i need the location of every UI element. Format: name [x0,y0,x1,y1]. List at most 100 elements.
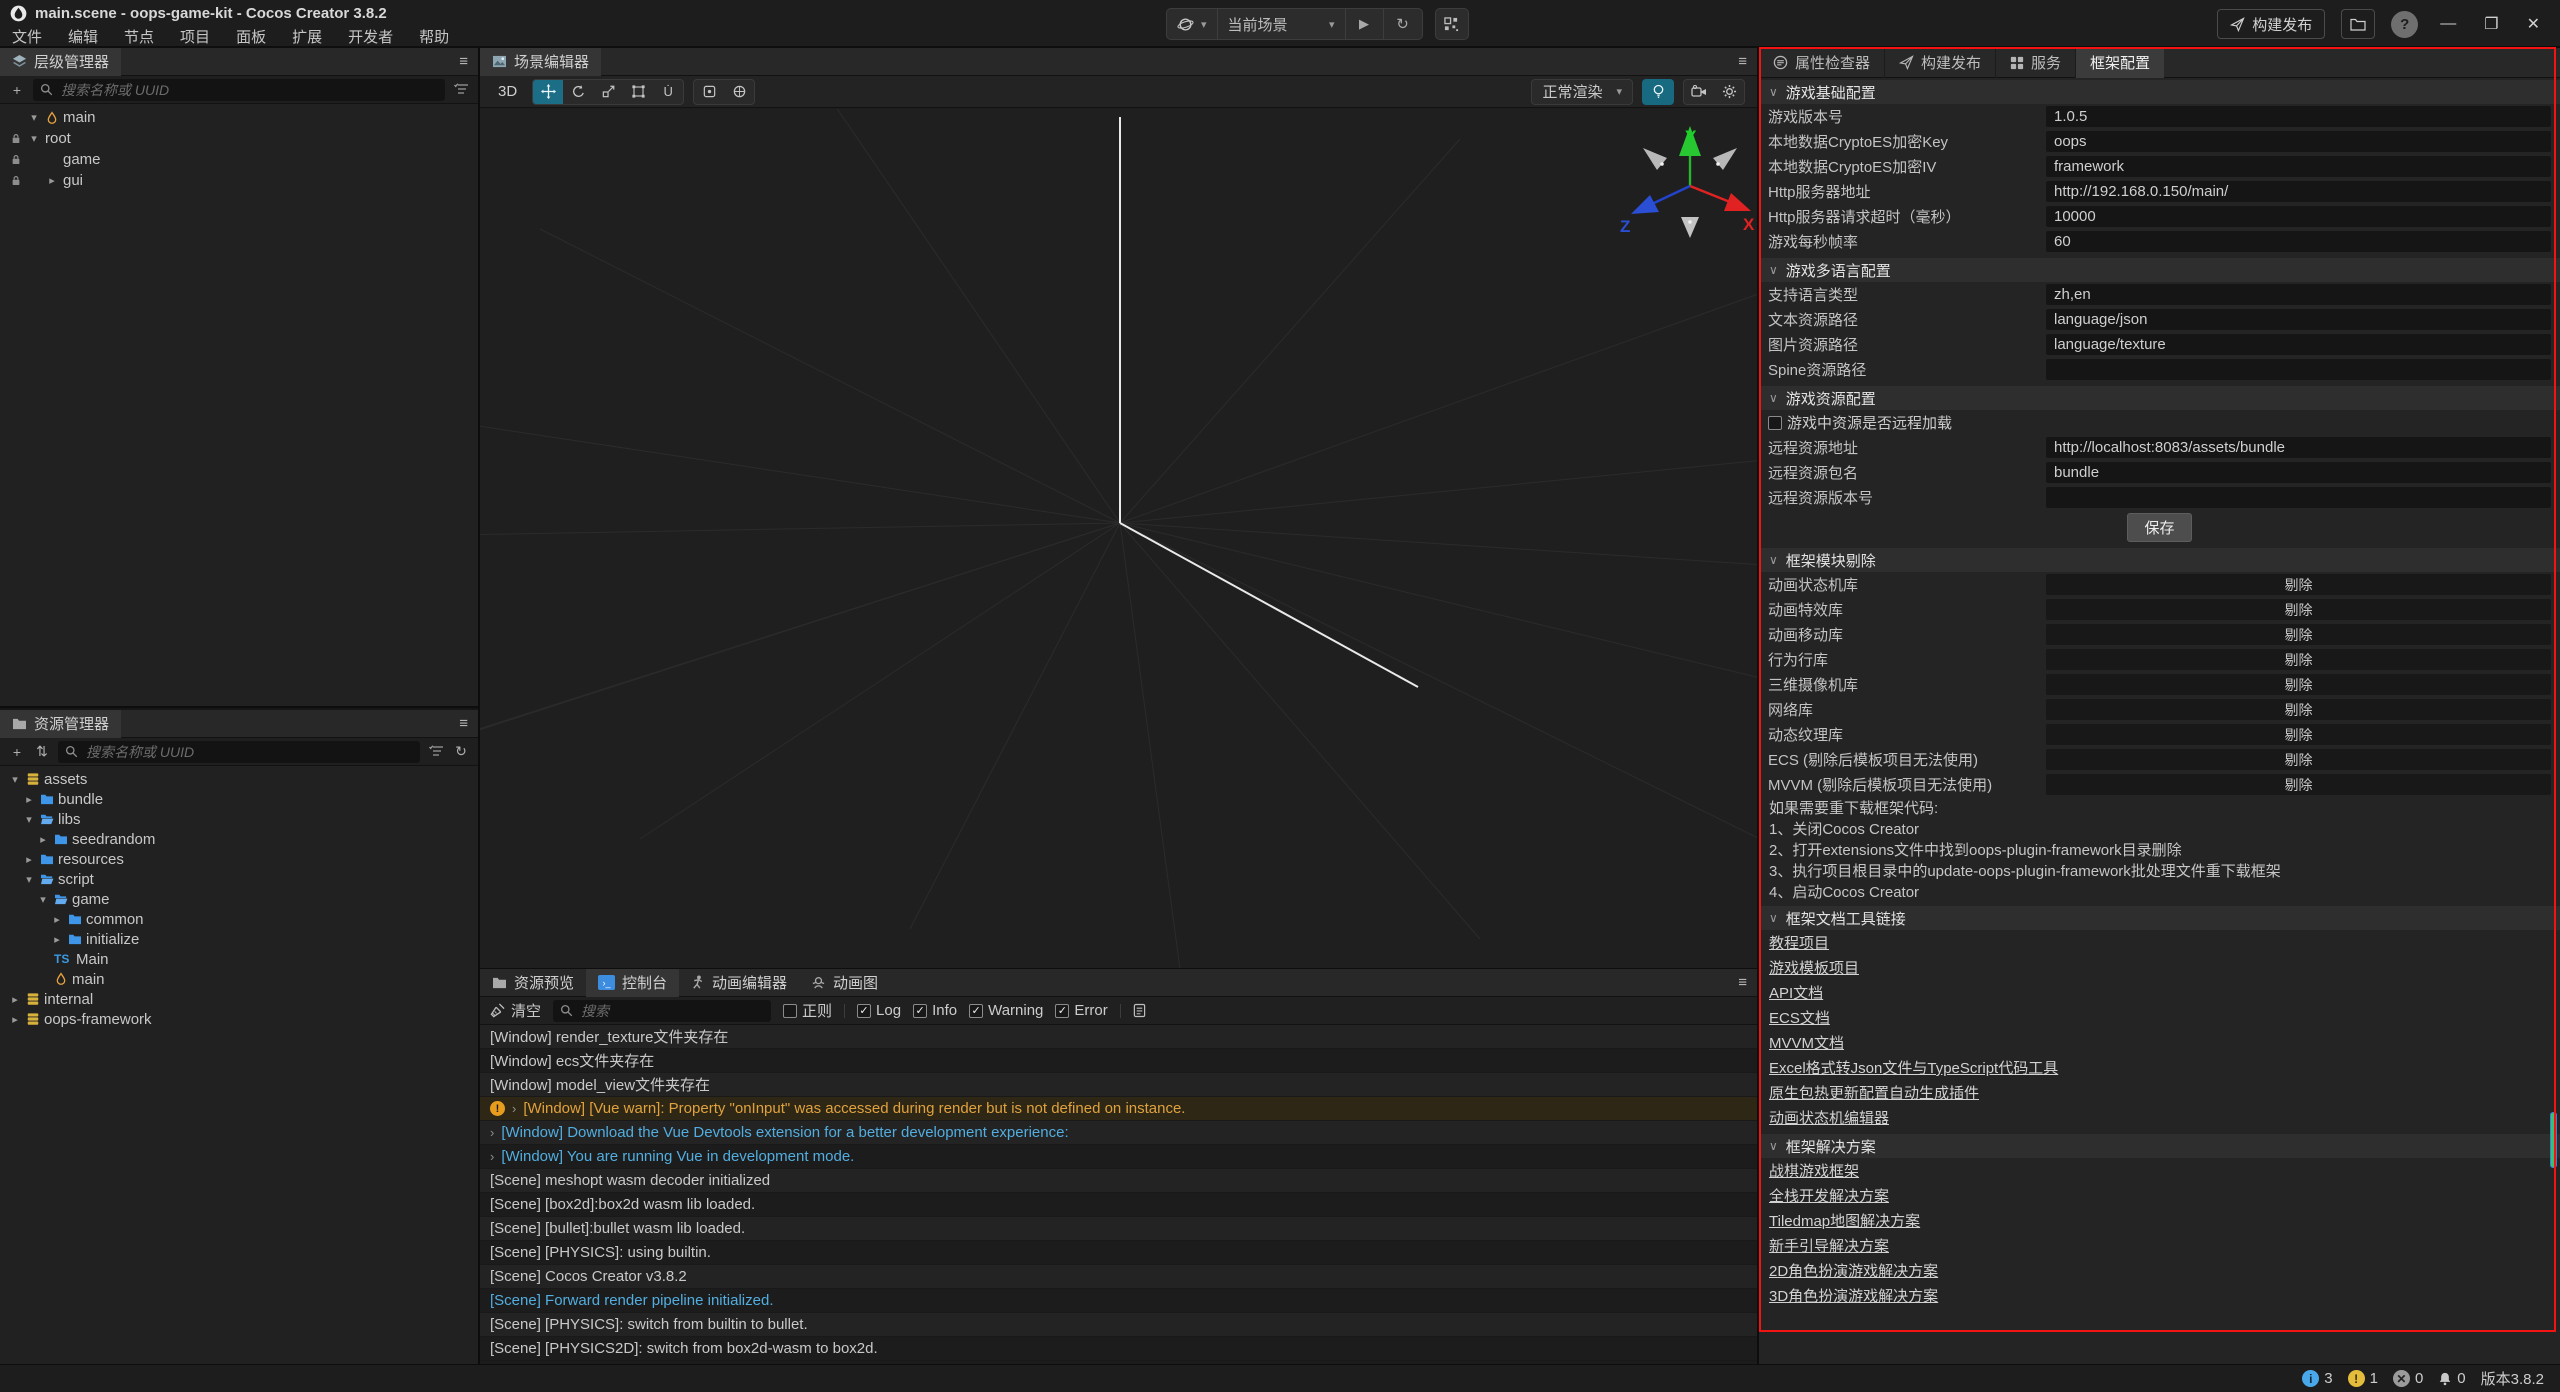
asset-node-initialize[interactable]: ▸ initialize [0,929,478,949]
log-row-warning[interactable]: !›[Window] [Vue warn]: Property "onInput… [480,1097,1757,1121]
log-row[interactable]: [Scene] [PHYSICS]: switch from builtin t… [480,1313,1757,1337]
filter-error-checkbox[interactable]: ✓Error [1055,1002,1107,1019]
chevron-down-icon[interactable]: ▾ [8,773,22,786]
hierarchy-node-main[interactable]: ▾ main [0,107,478,128]
log-row[interactable]: [Window] ecs文件夹存在 [480,1049,1757,1073]
restart-button[interactable]: ↻ [1384,9,1422,39]
chevron-right-icon[interactable]: ▸ [45,174,59,187]
tab-scene-editor[interactable]: 场景编辑器 [480,48,601,76]
link-excel-tool[interactable]: Excel格式转Json文件与TypeScript代码工具 [1769,1057,2058,1078]
link-animator-editor[interactable]: 动画状态机编辑器 [1769,1107,1889,1128]
sort-assets-icon[interactable]: ⇅ [33,743,51,760]
remove-module-button[interactable]: 剔除 [2046,574,2551,595]
asset-node-internal[interactable]: ▸ internal [0,989,478,1009]
chevron-down-icon[interactable]: ▾ [22,813,36,826]
menu-help[interactable]: 帮助 [406,25,462,47]
preview-device-button[interactable] [1435,8,1469,40]
log-row[interactable]: [Window] render_texture文件夹存在 [480,1025,1757,1049]
regex-checkbox[interactable]: 正则 [783,1000,832,1021]
tab-hierarchy[interactable]: 层级管理器 [0,48,121,76]
chevron-right-icon[interactable]: ▸ [22,793,36,806]
tab-animation-graph[interactable]: 动画图 [799,969,890,997]
scene-settings-gear-icon[interactable] [1714,79,1744,105]
expand-chevron-icon[interactable]: › [512,1101,516,1116]
scene-light-toggle[interactable] [1642,79,1674,105]
hierarchy-node-gui[interactable]: ▸ gui [0,170,478,191]
log-row[interactable]: [Scene] Cocos Creator v3.8.2 [480,1265,1757,1289]
console-search-input[interactable] [579,1002,764,1020]
remove-module-button[interactable]: 剔除 [2046,624,2551,645]
remove-module-button[interactable]: 剔除 [2046,774,2551,795]
tab-framework-config[interactable]: 框架配置 [2076,48,2164,78]
help-button[interactable]: ? [2391,11,2418,38]
asset-node-resources[interactable]: ▸ resources [0,849,478,869]
tab-service[interactable]: 服务 [1996,48,2076,78]
tab-property-inspector[interactable]: 属性检查器 [1759,48,1885,78]
http-timeout-input[interactable] [2046,206,2551,227]
scale-tool-icon[interactable] [593,79,623,105]
rotate-tool-icon[interactable] [563,79,593,105]
expand-chevron-icon[interactable]: › [490,1149,494,1164]
link-guide-solution[interactable]: 新手引导解决方案 [1769,1235,1889,1256]
chevron-right-icon[interactable]: ▸ [22,853,36,866]
asset-node-script[interactable]: ▾ script [0,869,478,889]
section-game-basic-config[interactable]: ∨ 游戏基础配置 [1759,80,2560,104]
mode-3d-button[interactable]: 3D [492,83,523,100]
play-button[interactable]: ▶ [1346,9,1384,39]
remote-load-checkbox[interactable]: 游戏中资源是否远程加载 [1768,412,1952,433]
log-row-info[interactable]: ›[Window] You are running Vue in develop… [480,1145,1757,1169]
assets-search[interactable] [58,741,420,763]
open-project-folder-button[interactable] [2341,9,2375,39]
menu-project[interactable]: 项目 [167,25,223,47]
menu-developer[interactable]: 开发者 [335,25,406,47]
scene-menu-icon[interactable]: ≡ [1738,53,1747,70]
hierarchy-search-input[interactable] [59,81,438,99]
image-path-input[interactable] [2046,334,2551,355]
scrollbar-thumb[interactable] [2550,1112,2557,1168]
maximize-button[interactable]: ❐ [2478,14,2504,34]
tab-console[interactable]: ›_ 控制台 [586,969,679,997]
language-types-input[interactable] [2046,284,2551,305]
asset-node-bundle[interactable]: ▸ bundle [0,789,478,809]
status-notifications[interactable]: 0 [2438,1370,2465,1387]
chevron-down-icon[interactable]: ▾ [36,893,50,906]
link-tiledmap-solution[interactable]: Tiledmap地图解决方案 [1769,1210,1920,1231]
create-node-icon[interactable]: + [8,82,26,98]
menu-node[interactable]: 节点 [111,25,167,47]
text-path-input[interactable] [2046,309,2551,330]
status-warning-counter[interactable]: !1 [2348,1370,2378,1387]
log-row[interactable]: [Scene] [bullet]:bullet wasm lib loaded. [480,1217,1757,1241]
link-tutorial-project[interactable]: 教程项目 [1769,932,1829,953]
move-tool-icon[interactable] [533,79,563,105]
hierarchy-node-root[interactable]: ▾ root [0,128,478,149]
refresh-assets-icon[interactable]: ↻ [452,743,470,760]
remove-module-button[interactable]: 剔除 [2046,699,2551,720]
spine-path-input[interactable] [2046,359,2551,380]
tab-animation-editor[interactable]: 动画编辑器 [679,969,799,997]
assets-search-input[interactable] [84,743,413,761]
asset-node-libs[interactable]: ▾ libs [0,809,478,829]
hierarchy-filter-icon[interactable] [452,82,470,98]
log-row-info[interactable]: ›[Window] Download the Vue Devtools exte… [480,1121,1757,1145]
tab-assets[interactable]: 资源管理器 [0,710,121,738]
remove-module-button[interactable]: 剔除 [2046,749,2551,770]
menu-panel[interactable]: 面板 [223,25,279,47]
frame-rate-input[interactable] [2046,231,2551,252]
section-module-trim[interactable]: ∨ 框架模块剔除 [1759,548,2560,572]
orientation-gizmo[interactable]: Y X Z [1615,121,1757,261]
rect-tool-icon[interactable] [623,79,653,105]
console-menu-icon[interactable]: ≡ [1738,974,1747,991]
hierarchy-node-game[interactable]: game [0,149,478,170]
asset-node-game[interactable]: ▾ game [0,889,478,909]
chevron-right-icon[interactable]: ▸ [50,933,64,946]
remote-version-input[interactable] [2046,487,2551,508]
clear-console-button[interactable]: 清空 [490,1000,541,1021]
close-button[interactable]: ✕ [2521,14,2546,34]
chevron-right-icon[interactable]: ▸ [36,833,50,846]
asset-node-oops-framework[interactable]: ▸ oops-framework [0,1009,478,1029]
link-ecs-docs[interactable]: ECS文档 [1769,1007,1830,1028]
section-multilanguage-config[interactable]: ∨ 游戏多语言配置 [1759,258,2560,282]
chevron-down-icon[interactable]: ▾ [27,132,41,145]
chevron-down-icon[interactable]: ▾ [27,111,41,124]
asset-node-common[interactable]: ▸ common [0,909,478,929]
